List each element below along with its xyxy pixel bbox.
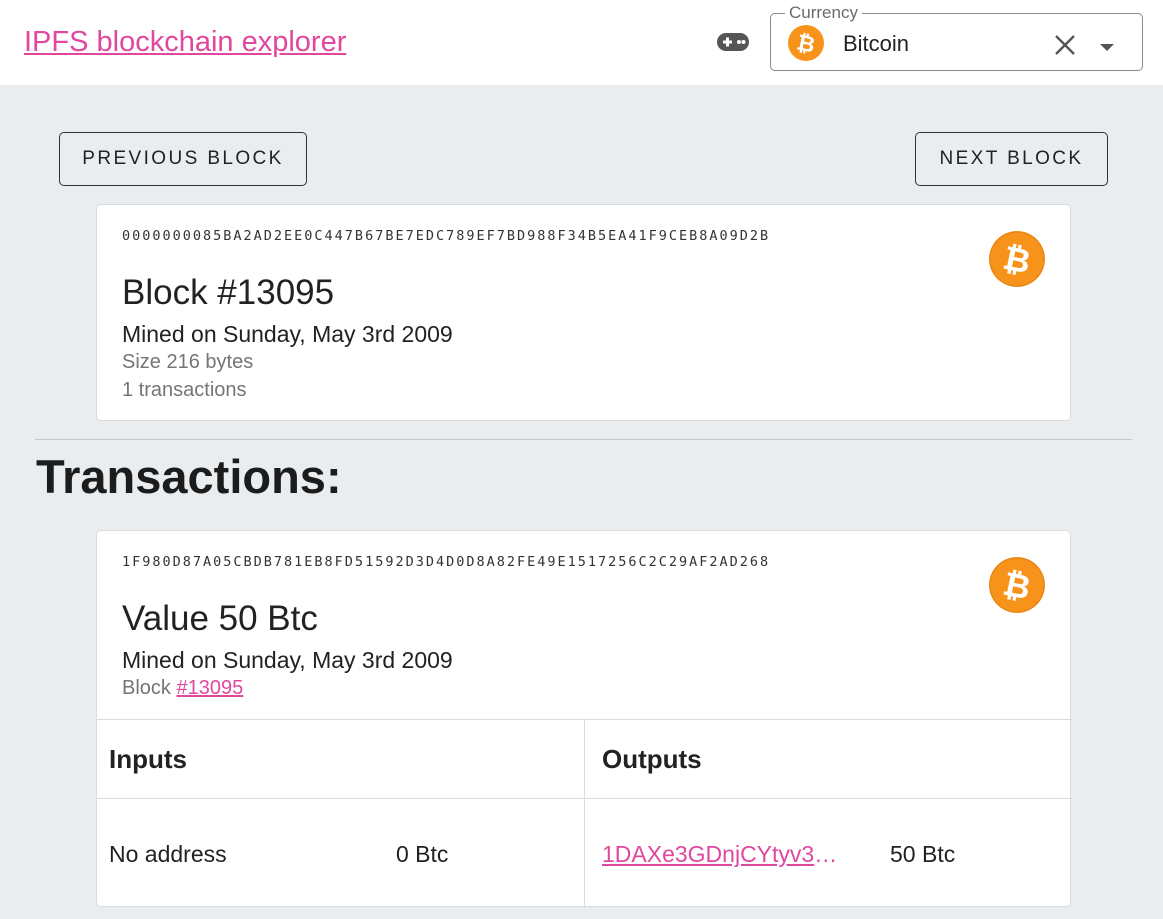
input-address: No address — [109, 841, 227, 867]
bitcoin-icon: ₿ — [989, 557, 1045, 613]
currency-label: Currency — [785, 4, 862, 22]
divider — [585, 798, 1072, 799]
block-size: Size 216 bytes — [122, 351, 254, 373]
block-link[interactable]: #13095 — [176, 677, 243, 699]
block-mined-date: Mined on Sunday, May 3rd 2009 — [122, 321, 453, 347]
output-amount: 50 Btc — [890, 841, 956, 867]
currency-selected-value: Bitcoin — [843, 31, 910, 56]
block-title: Block #13095 — [122, 273, 335, 312]
transaction-card: 1F980D87A05CBDB781EB8FD51592D3D4D0D8A82F… — [96, 530, 1072, 908]
transactions-heading: Transactions: — [36, 450, 342, 503]
bitcoin-icon: ₿ — [788, 25, 824, 61]
currency-select[interactable]: Currency ₿ Bitcoin — [770, 4, 1143, 71]
top-bar: IPFS blockchain explorer Currency ₿ Bitc… — [0, 0, 1163, 85]
transaction-block-ref: Block #13095 — [122, 677, 243, 700]
close-icon[interactable] — [1054, 34, 1076, 56]
divider — [35, 439, 1132, 440]
next-block-button[interactable]: NEXT BLOCK — [915, 132, 1108, 186]
block-prefix: Block — [122, 677, 171, 699]
transaction-value: Value 50 Btc — [122, 599, 318, 638]
io-table: Inputs No address 0 Btc Outputs 1DAXe3GD… — [97, 719, 1072, 908]
block-hash: 0000000085BA2AD2EE0C447B67BE7EDC789EF7BD… — [122, 228, 771, 244]
inputs-column: Inputs No address 0 Btc — [97, 720, 584, 908]
brand-link[interactable]: IPFS blockchain explorer — [24, 26, 346, 59]
bitcoin-icon: ₿ — [989, 231, 1045, 287]
outputs-header: Outputs — [602, 744, 702, 774]
divider — [97, 798, 584, 799]
block-transaction-count: 1 transactions — [122, 379, 247, 401]
output-address-link[interactable]: 1DAXe3GDnjCYtyv3E… — [602, 841, 845, 868]
block-card: 0000000085BA2AD2EE0C447B67BE7EDC789EF7BD… — [96, 204, 1071, 421]
caret-down-icon[interactable] — [1098, 41, 1116, 53]
transaction-mined-date: Mined on Sunday, May 3rd 2009 — [122, 647, 453, 673]
previous-block-button[interactable]: PREVIOUS BLOCK — [59, 132, 307, 186]
inputs-header: Inputs — [109, 744, 187, 774]
gamepad-icon[interactable] — [716, 31, 750, 53]
outputs-column: Outputs 1DAXe3GDnjCYtyv3E… 50 Btc — [584, 720, 1072, 908]
transaction-hash: 1F980D87A05CBDB781EB8FD51592D3D4D0D8A82F… — [122, 554, 771, 570]
input-amount: 0 Btc — [396, 841, 449, 867]
